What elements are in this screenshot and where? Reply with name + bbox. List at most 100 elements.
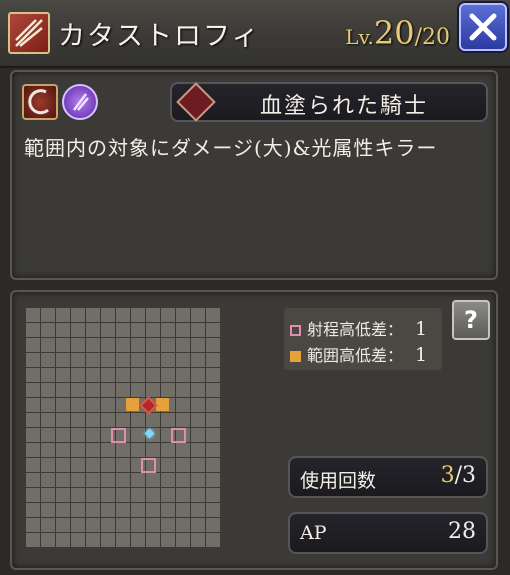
grid-cell — [71, 488, 85, 502]
grid-cell — [146, 473, 160, 487]
grid-cell — [116, 518, 130, 532]
grid-cell — [161, 338, 175, 352]
grid-cell — [131, 383, 145, 397]
grid-cell — [71, 533, 85, 547]
grid-cell — [101, 368, 115, 382]
legend-value: 1 — [415, 344, 428, 366]
grid-cell — [176, 443, 190, 457]
grid-cell — [41, 368, 55, 382]
grid-cell — [176, 458, 190, 472]
grid-cell — [86, 383, 100, 397]
grid-cell — [116, 368, 130, 382]
grid-cell — [71, 338, 85, 352]
grid-cell — [26, 308, 40, 322]
grid-cell — [191, 488, 205, 502]
area-swatch — [290, 351, 301, 362]
uses-count-box: 使用回数 3/3 — [288, 456, 488, 498]
grid-cell — [101, 443, 115, 457]
grid-cell — [116, 308, 130, 322]
grid-cell — [161, 413, 175, 427]
grid-cell — [86, 518, 100, 532]
grid-cell — [101, 383, 115, 397]
grid-cell — [86, 428, 100, 442]
help-button[interactable]: ? — [452, 300, 490, 340]
close-button[interactable] — [459, 3, 507, 51]
grid-cell — [161, 488, 175, 502]
grid-cell — [191, 323, 205, 337]
grid-cell — [71, 503, 85, 517]
grid-cell — [86, 488, 100, 502]
grid-cell — [41, 353, 55, 367]
grid-cell — [161, 518, 175, 532]
grid-cell — [191, 533, 205, 547]
grid-cell — [86, 338, 100, 352]
grid-cell — [176, 488, 190, 502]
grid-cell — [206, 338, 220, 352]
grid-cell — [176, 368, 190, 382]
grid-cell — [191, 383, 205, 397]
grid-cell — [86, 458, 100, 472]
grid-cell — [41, 488, 55, 502]
grid-cell — [116, 413, 130, 427]
grid-cell — [146, 338, 160, 352]
grid-cell — [41, 473, 55, 487]
grid-cell — [176, 503, 190, 517]
grid-cell — [176, 338, 190, 352]
grid-cell — [41, 518, 55, 532]
grid-cell — [26, 443, 40, 457]
target-cell-marker — [171, 428, 186, 443]
grid-cell — [56, 503, 70, 517]
grid-cell — [176, 323, 190, 337]
grid-cell — [71, 383, 85, 397]
grid-cell — [176, 518, 190, 532]
grid-cell — [146, 503, 160, 517]
grid-cell — [86, 368, 100, 382]
grid-cell — [101, 308, 115, 322]
target-cell-marker — [111, 428, 126, 443]
target-cell-marker — [141, 458, 156, 473]
grid-cell — [206, 473, 220, 487]
grid-cell — [41, 503, 55, 517]
grid-cell — [206, 368, 220, 382]
grid-cell — [191, 518, 205, 532]
grid-cell — [41, 533, 55, 547]
grid-cell — [191, 338, 205, 352]
grid-cell — [161, 323, 175, 337]
grid-cell — [71, 308, 85, 322]
grid-cell — [191, 458, 205, 472]
grid-cell — [131, 533, 145, 547]
grid-cell — [191, 443, 205, 457]
grid-cell — [146, 368, 160, 382]
grid-cell — [161, 353, 175, 367]
grid-cell — [86, 473, 100, 487]
range-cell-marker — [126, 398, 139, 411]
grid-cell — [116, 443, 130, 457]
grid-cell — [56, 353, 70, 367]
grid-cell — [176, 533, 190, 547]
grid-cell — [101, 458, 115, 472]
grid-cell — [131, 413, 145, 427]
grid-cell — [116, 533, 130, 547]
grid-cell — [86, 398, 100, 412]
grid-cell — [56, 308, 70, 322]
grid-cell — [41, 323, 55, 337]
grid-cell — [26, 533, 40, 547]
grid-cell — [191, 353, 205, 367]
grid-cell — [191, 368, 205, 382]
grid-cell — [101, 533, 115, 547]
grid-cell — [191, 473, 205, 487]
grid-cell — [71, 368, 85, 382]
grid-cell — [191, 413, 205, 427]
grid-cell — [161, 368, 175, 382]
range-panel: 射程高低差： 1 範囲高低差： 1 ? 使用回数 3/3 AP 28 — [10, 290, 498, 570]
grid-cell — [56, 443, 70, 457]
grid-cell — [206, 518, 220, 532]
grid-cell — [71, 428, 85, 442]
grid-cell — [86, 308, 100, 322]
grid-cell — [131, 308, 145, 322]
grid-cell — [101, 338, 115, 352]
skill-level: Lv.20/20 — [345, 14, 450, 52]
grid-cell — [206, 443, 220, 457]
range-cell-marker — [156, 398, 169, 411]
grid-cell — [56, 323, 70, 337]
